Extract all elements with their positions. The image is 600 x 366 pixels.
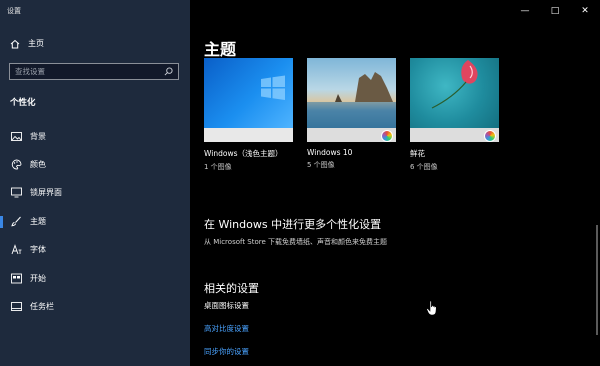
sidebar-item-colors[interactable]: 颜色 bbox=[0, 150, 190, 178]
desktop-icon-settings-link[interactable]: 桌面图标设置 bbox=[204, 300, 249, 311]
scrollbar[interactable] bbox=[596, 225, 598, 335]
theme-name: 鲜花 bbox=[410, 149, 425, 158]
flower-image bbox=[431, 60, 478, 109]
theme-image-count: 5 个图像 bbox=[307, 161, 335, 169]
monitor-icon bbox=[10, 187, 22, 199]
picture-icon bbox=[10, 130, 22, 142]
palette-icon bbox=[10, 159, 22, 171]
taskbar-icon bbox=[10, 301, 22, 313]
search-placeholder: 查找设置 bbox=[15, 67, 45, 76]
sync-settings-link[interactable]: 同步你的设置 bbox=[204, 346, 249, 357]
theme-list: Windows（浅色主题） 1 个图像 Windows 10 5 个图像 鲜花 … bbox=[204, 58, 499, 172]
sidebar-item-label: 字体 bbox=[30, 245, 46, 255]
start-icon bbox=[10, 272, 22, 284]
theme-card-windows-light[interactable]: Windows（浅色主题） 1 个图像 bbox=[204, 58, 293, 172]
beach-rocks-image bbox=[307, 72, 396, 128]
theme-card-windows-10[interactable]: Windows 10 5 个图像 bbox=[307, 58, 396, 172]
minimize-icon: — bbox=[520, 6, 530, 16]
sidebar-item-background[interactable]: 背景 bbox=[0, 122, 190, 150]
home-nav-item[interactable]: 主页 bbox=[10, 38, 44, 49]
sidebar-item-themes[interactable]: 主题 bbox=[0, 207, 190, 235]
home-icon bbox=[10, 39, 20, 48]
windows-logo-icon bbox=[261, 75, 285, 100]
search-input[interactable]: 查找设置 bbox=[9, 63, 179, 80]
color-wheel-icon bbox=[484, 130, 496, 142]
selection-indicator bbox=[0, 216, 3, 229]
high-contrast-settings-link[interactable]: 高对比度设置 bbox=[204, 323, 249, 334]
theme-thumbnail bbox=[410, 58, 499, 128]
more-personalization-heading: 在 Windows 中进行更多个性化设置 bbox=[204, 218, 382, 231]
sidebar-item-taskbar[interactable]: 任务栏 bbox=[0, 292, 190, 320]
theme-thumbnail-footer bbox=[204, 128, 293, 142]
page-title: 主题 bbox=[204, 40, 237, 59]
theme-name: Windows（浅色主题） bbox=[204, 149, 283, 158]
theme-thumbnail bbox=[307, 58, 396, 128]
search-icon[interactable] bbox=[164, 67, 173, 76]
minimize-button[interactable]: — bbox=[510, 0, 540, 22]
hand-cursor-icon bbox=[426, 300, 437, 316]
sidebar: 设置 主页 查找设置 个性化 背景 颜色 锁屏界面 主题 字体 开始 任务栏 bbox=[0, 0, 190, 366]
section-label: 个性化 bbox=[10, 98, 36, 108]
maximize-button[interactable]: □ bbox=[540, 0, 570, 22]
sidebar-item-label: 锁屏界面 bbox=[30, 188, 62, 198]
home-label: 主页 bbox=[28, 39, 44, 48]
more-personalization-subtext: 从 Microsoft Store 下载免费墙纸、声音和颜色来免费主题 bbox=[204, 238, 388, 246]
sidebar-item-fonts[interactable]: 字体 bbox=[0, 236, 190, 264]
sidebar-item-label: 颜色 bbox=[30, 160, 46, 170]
theme-card-flowers[interactable]: 鲜花 6 个图像 bbox=[410, 58, 499, 172]
sidebar-item-label: 任务栏 bbox=[30, 302, 54, 312]
window-title: 设置 bbox=[7, 7, 21, 15]
close-button[interactable]: ✕ bbox=[570, 0, 600, 22]
brush-icon bbox=[10, 215, 22, 227]
sidebar-item-label: 开始 bbox=[30, 273, 46, 283]
close-icon: ✕ bbox=[581, 6, 589, 16]
font-icon bbox=[10, 244, 22, 256]
related-settings-heading: 相关的设置 bbox=[204, 282, 259, 295]
theme-thumbnail-footer bbox=[307, 128, 396, 142]
main-panel: — □ ✕ 主题 Windows（浅色主题） 1 个图像 Windows 10 … bbox=[190, 0, 600, 366]
theme-thumbnail-footer bbox=[410, 128, 499, 142]
sidebar-nav: 背景 颜色 锁屏界面 主题 字体 开始 任务栏 bbox=[0, 122, 190, 321]
sidebar-item-start[interactable]: 开始 bbox=[0, 264, 190, 292]
theme-thumbnail bbox=[204, 58, 293, 128]
theme-name: Windows 10 bbox=[307, 148, 353, 157]
sidebar-item-lockscreen[interactable]: 锁屏界面 bbox=[0, 179, 190, 207]
sidebar-item-label: 主题 bbox=[30, 216, 46, 226]
color-wheel-icon bbox=[381, 130, 393, 142]
theme-image-count: 6 个图像 bbox=[410, 163, 438, 171]
window-controls: — □ ✕ bbox=[510, 0, 600, 22]
maximize-icon: □ bbox=[550, 6, 560, 16]
theme-image-count: 1 个图像 bbox=[204, 163, 232, 171]
sidebar-item-label: 背景 bbox=[30, 131, 46, 141]
